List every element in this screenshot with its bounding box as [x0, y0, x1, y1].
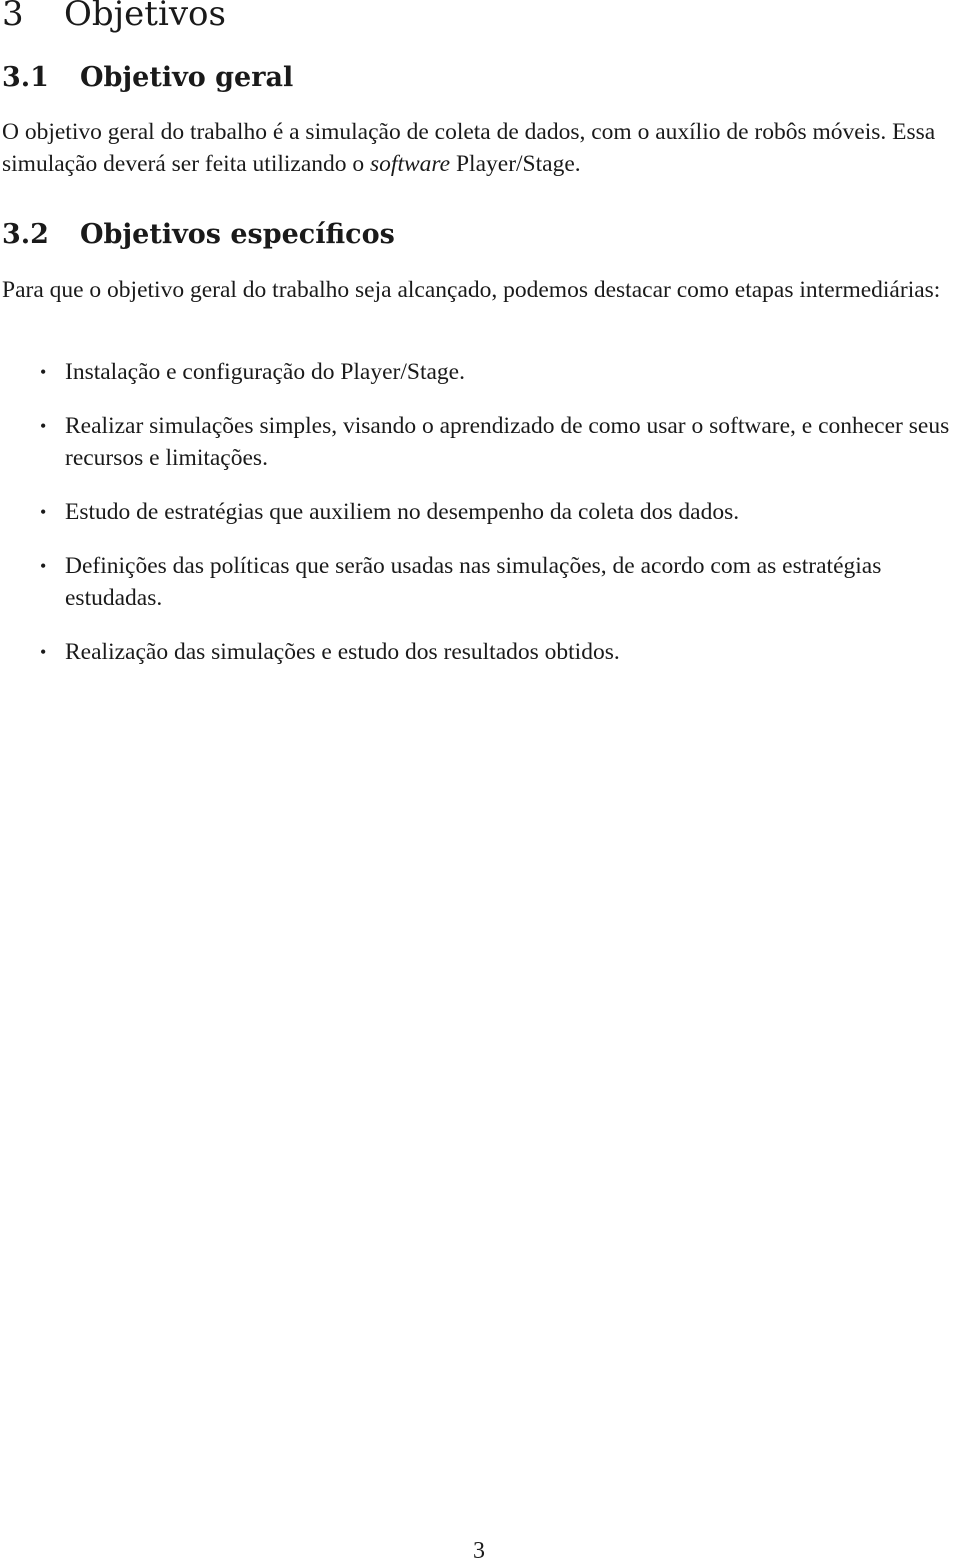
paragraph-text: Player/Stage. [450, 151, 581, 177]
subsection-number: 3.1 [2, 62, 49, 93]
bullet-icon: • [40, 502, 47, 522]
list-item: • Definições das políticas que serão usad… [0, 550, 960, 614]
section-number: 3 [2, 0, 24, 34]
list-item-text: Realizar simulações simples, visando o a… [65, 413, 950, 471]
subsection-title: Objetivo geral [80, 62, 294, 93]
subsection-heading-general: 3.1 Objetivo geral [2, 62, 293, 93]
subsection-title: Objetivos específicos [80, 219, 395, 250]
objectives-list: • Instalação e configuração do Player/Sta… [0, 356, 960, 690]
bullet-icon: • [40, 642, 47, 662]
list-item-text: Instalação e configuração do Player/Stag… [65, 359, 465, 385]
list-item: • Realizar simulações simples, visando o … [0, 410, 960, 474]
list-item-text: Definições das políticas que serão usada… [65, 553, 882, 611]
list-item: • Instalação e configuração do Player/Sta… [0, 356, 960, 388]
list-item-text: Estudo de estratégias que auxiliem no de… [65, 499, 740, 525]
page-number: 3 [473, 1538, 485, 1564]
subsection-heading-specific: 3.2 Objetivos específicos [2, 219, 395, 250]
list-item-text: Realização das simulações e estudo dos r… [65, 639, 620, 665]
emphasized-term: software [370, 151, 451, 177]
bullet-icon: • [40, 556, 47, 576]
general-objective-paragraph: O objetivo geral do trabalho é a simulaç… [2, 116, 960, 180]
section-title: Objetivos [64, 0, 226, 34]
specific-objectives-intro: Para que o objetivo geral do trabalho se… [2, 277, 941, 303]
list-item: • Realização das simulações e estudo dos … [0, 636, 960, 668]
subsection-number: 3.2 [2, 219, 49, 250]
section-heading: 3 Objetivos [2, 0, 226, 34]
bullet-icon: • [40, 362, 47, 382]
list-item: • Estudo de estratégias que auxiliem no d… [0, 496, 960, 528]
bullet-icon: • [40, 416, 47, 436]
